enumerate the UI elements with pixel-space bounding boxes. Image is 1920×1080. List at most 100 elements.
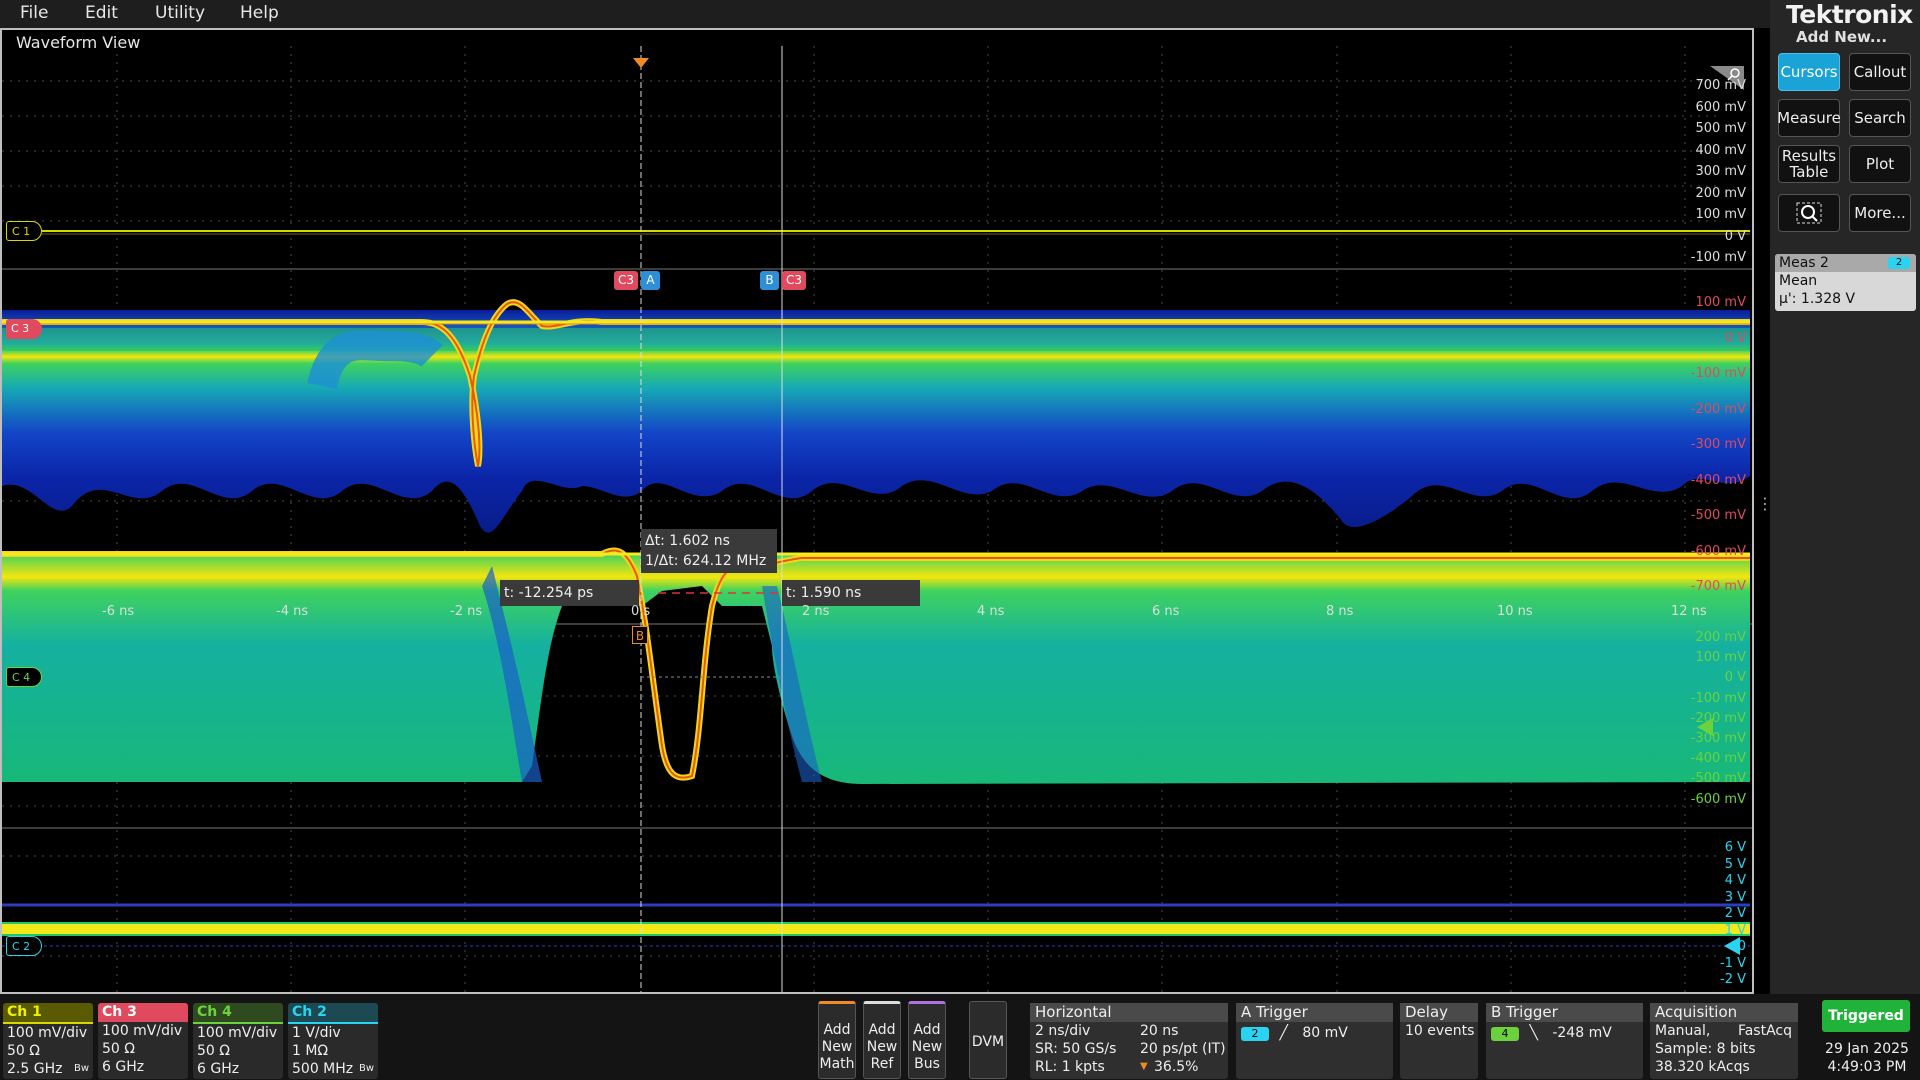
a-trigger-panel[interactable]: A Trigger 2 ╱ 80 mV <box>1236 1003 1393 1079</box>
acquisition-row-1: Manual, FastAcq <box>1650 1022 1798 1040</box>
time-value: 4:49:03 PM <box>1827 1059 1907 1075</box>
b-trigger-panel[interactable]: B Trigger 4 ╲ -248 mV <box>1486 1003 1643 1079</box>
ch1-axis-labels: 700 mV 600 mV 500 mV 400 mV 300 mV 200 m… <box>1680 75 1746 269</box>
time-axis-label: -6 ns <box>102 604 135 619</box>
time-axis-label: 8 ns <box>1326 604 1354 619</box>
results-table-label-1: Results <box>1781 147 1837 165</box>
delay-value: 10 events <box>1405 1023 1475 1039</box>
acquisition-type: FastAcq <box>1737 1023 1792 1039</box>
ch1-axis-label: 700 mV <box>1695 78 1746 93</box>
ch2-bw-limit-icon: Bw <box>358 1063 374 1074</box>
add-new-bus-button[interactable]: Add New Bus <box>908 1001 946 1079</box>
ch3-marker[interactable]: C 3 <box>6 319 42 339</box>
a-trigger-row: 2 ╱ 80 mV <box>1236 1022 1393 1042</box>
results-table-label-2: Table <box>1789 163 1829 181</box>
menu-edit[interactable]: Edit <box>85 3 118 23</box>
b-trigger-level: -248 mV <box>1552 1025 1612 1041</box>
ch2-badge[interactable]: Ch 2 1 V/div 1 MΩ 500 MHz Bw <box>288 1003 378 1079</box>
add-new-ref-button[interactable]: Add New Ref <box>863 1001 901 1079</box>
menu-utility[interactable]: Utility <box>155 3 205 23</box>
more-button[interactable]: More... <box>1849 194 1911 232</box>
tektronix-logo: Tektronix <box>1786 0 1913 29</box>
date-time: 29 Jan 2025 4:49:03 PM <box>1822 1040 1912 1076</box>
triggered-status[interactable]: Triggered <box>1822 1000 1910 1032</box>
dvm-button[interactable]: DVM <box>969 1001 1007 1079</box>
add-bus-label-3: Bus <box>914 1056 940 1072</box>
meas2-badge[interactable]: Meas 2 2 Mean µ': 1.328 V <box>1775 254 1916 311</box>
cursor-b-tag[interactable]: B <box>760 271 779 290</box>
ch1-bw-limit-icon: Bw <box>73 1063 89 1074</box>
delta-t-value: Δt: 1.602 ns <box>645 533 730 549</box>
time-axis-label: -2 ns <box>450 604 483 619</box>
ch1-marker[interactable]: C 1 <box>6 221 42 241</box>
add-new-label: Add New... <box>1796 28 1888 46</box>
add-ref-label-1: Add <box>868 1022 896 1038</box>
search-button[interactable]: Search <box>1849 99 1911 137</box>
add-math-label-2: New <box>821 1039 853 1055</box>
ch4-badge-title: Ch 4 <box>193 1003 283 1024</box>
panel-resize-handle[interactable]: ⋮ <box>1757 496 1773 524</box>
ch4-axis-label: -400 mV <box>1690 751 1746 767</box>
ch1-trace <box>32 230 1750 235</box>
cursor-a-tag[interactable]: A <box>641 271 660 290</box>
ch3-axis-label: 0 V <box>1724 330 1746 346</box>
ch2-marker[interactable]: C 2 <box>6 936 42 956</box>
ch3-badge[interactable]: Ch 3 100 mV/div 50 Ω 6 GHz <box>98 1003 188 1079</box>
ch3-axis-label: 100 mV <box>1695 295 1746 310</box>
menu-help[interactable]: Help <box>240 3 279 23</box>
ch3-axis-label: -400 mV <box>1690 472 1746 488</box>
cursors-button[interactable]: Cursors <box>1778 53 1840 91</box>
ch2-badge-title: Ch 2 <box>288 1003 378 1024</box>
time-axis-label: 6 ns <box>1152 604 1180 619</box>
b-trigger-row: 4 ╲ -248 mV <box>1486 1022 1643 1042</box>
waveform-display[interactable] <box>2 46 1752 992</box>
ch1-termination: 50 Ω <box>7 1043 40 1059</box>
zoom-region-button[interactable] <box>1778 194 1840 232</box>
delay-title: Delay <box>1400 1003 1478 1022</box>
acquisition-rate: 38.320 kAcqs <box>1655 1059 1750 1075</box>
time-axis-label: 2 ns <box>802 604 830 619</box>
plot-button[interactable]: Plot <box>1849 145 1911 183</box>
meas2-header: Meas 2 2 <box>1775 254 1916 272</box>
ch1-axis-label: 100 mV <box>1695 207 1746 222</box>
ch4-marker[interactable]: C 4 <box>6 667 42 687</box>
horizontal-duration: 20 ns <box>1140 1023 1179 1039</box>
a-trigger-level: 80 mV <box>1302 1025 1348 1041</box>
ch1-axis-label: 300 mV <box>1695 164 1746 179</box>
ch1-badge-title: Ch 1 <box>3 1003 93 1024</box>
b-trigger-marker[interactable]: B <box>632 626 648 644</box>
ch1-bandwidth: 2.5 GHz <box>7 1061 63 1077</box>
ch4-badge[interactable]: Ch 4 100 mV/div 50 Ω 6 GHz <box>193 1003 283 1079</box>
trigger-position-marker[interactable] <box>633 58 649 68</box>
ch4-axis-label: 0 V <box>1724 670 1746 686</box>
ch4-termination: 50 Ω <box>197 1043 230 1059</box>
horizontal-panel[interactable]: Horizontal 2 ns/div 20 ns SR: 50 GS/s 20… <box>1030 1003 1228 1079</box>
ch2-axis-label: 0 <box>1737 939 1746 954</box>
acquisition-panel[interactable]: Acquisition Manual, FastAcq Sample: 8 bi… <box>1650 1003 1798 1079</box>
a-trigger-source: 2 <box>1241 1027 1269 1041</box>
zoom-region-icon <box>1796 202 1822 224</box>
ch2-scale: 1 V/div <box>292 1025 341 1041</box>
ch3-axis-label: -100 mV <box>1690 366 1746 381</box>
ch3-axis-label: -300 mV <box>1690 437 1746 452</box>
delay-panel[interactable]: Delay 10 events <box>1400 1003 1478 1079</box>
horizontal-record-length: RL: 1 kpts <box>1035 1059 1105 1075</box>
time-axis-label: 4 ns <box>977 604 1005 619</box>
b-trigger-title: B Trigger <box>1486 1003 1643 1022</box>
ch2-axis-labels: 6 V 5 V 4 V 3 V 2 V 1 V 0 -1 V -2 V <box>1690 840 1746 989</box>
ch4-axis-label: -500 mV <box>1690 771 1746 787</box>
ch2-axis-label: 5 V <box>1724 856 1746 872</box>
cursor-a-ch3-tag[interactable]: C3 <box>614 271 638 290</box>
measure-button[interactable]: Measure <box>1777 99 1841 137</box>
falling-edge-icon: ╲ <box>1529 1025 1538 1041</box>
ch3-axis-label: -600 mV <box>1690 543 1746 559</box>
cursor-b-ch3-tag[interactable]: C3 <box>782 271 806 290</box>
results-table-button[interactable]: Results Table <box>1778 145 1840 183</box>
ch3-axis-label: -200 mV <box>1690 401 1746 417</box>
callout-button[interactable]: Callout <box>1849 53 1911 91</box>
ch1-badge[interactable]: Ch 1 100 mV/div 50 Ω 2.5 GHz Bw <box>3 1003 93 1079</box>
ch2-bandwidth: 500 MHz <box>292 1061 354 1077</box>
menu-file[interactable]: File <box>20 3 48 23</box>
add-new-math-button[interactable]: Add New Math <box>818 1001 856 1079</box>
ch2-trace <box>2 903 1750 947</box>
